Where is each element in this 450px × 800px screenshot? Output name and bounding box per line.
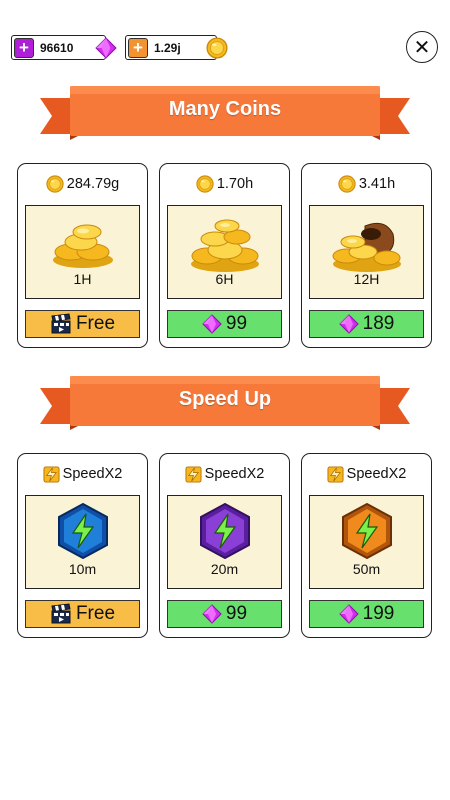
coin-offer-card[interactable]: 284.79g 1H Free bbox=[17, 163, 148, 348]
section-title: Many Coins bbox=[168, 98, 282, 120]
close-button[interactable]: ✕ bbox=[406, 31, 438, 63]
coin-icon bbox=[338, 175, 356, 193]
coin-offer-card[interactable]: 3.41h 12H 189 bbox=[301, 163, 432, 348]
price-label: 199 bbox=[362, 603, 395, 624]
lightning-icon bbox=[185, 466, 202, 483]
offer-image: 10m bbox=[25, 495, 140, 589]
gem-icon bbox=[202, 314, 222, 334]
offer-image: 12H bbox=[309, 205, 424, 299]
buy-with-gems-button[interactable]: 99 bbox=[167, 310, 282, 338]
offer-duration: 12H bbox=[353, 271, 380, 287]
coin-offer-card[interactable]: 1.70h 6H 99 bbox=[159, 163, 290, 348]
price-label: 189 bbox=[362, 313, 395, 334]
coin-pile-small-icon bbox=[52, 224, 113, 268]
price-label: 99 bbox=[225, 603, 248, 624]
offer-duration: 6H bbox=[215, 271, 234, 287]
coin-icon bbox=[206, 37, 228, 59]
price-label: 99 bbox=[225, 313, 248, 334]
speed-offer-card[interactable]: SpeedX2 50m 199 bbox=[301, 453, 432, 638]
coin-icon bbox=[196, 175, 214, 193]
video-ad-icon bbox=[50, 603, 72, 625]
buy-with-gems-button[interactable]: 189 bbox=[309, 310, 424, 338]
offer-image: 50m bbox=[309, 495, 424, 589]
watch-ad-button[interactable]: Free bbox=[25, 600, 140, 628]
offer-duration: 10m bbox=[68, 561, 97, 577]
many-coins-banner: Many Coins bbox=[40, 84, 410, 146]
lightning-icon bbox=[327, 466, 344, 483]
video-ad-icon bbox=[50, 313, 72, 335]
offer-amount: SpeedX2 bbox=[204, 466, 265, 482]
offer-image: 6H bbox=[167, 205, 282, 299]
coins-value: 1.29j bbox=[154, 40, 181, 55]
offer-duration: 20m bbox=[210, 561, 239, 577]
lightning-icon bbox=[43, 466, 60, 483]
offer-image: 1H bbox=[25, 205, 140, 299]
gem-icon bbox=[339, 314, 359, 334]
speed-badge-orange-icon bbox=[341, 502, 392, 560]
offer-amount: 284.79g bbox=[66, 176, 120, 192]
add-gems-button[interactable]: + bbox=[14, 37, 34, 58]
offer-duration: 1H bbox=[73, 271, 92, 287]
gem-icon bbox=[202, 604, 222, 624]
coin-sack-icon bbox=[332, 222, 401, 272]
speed-badge-purple-icon bbox=[199, 502, 250, 560]
gems-value: 96610 bbox=[40, 40, 74, 55]
gem-icon bbox=[95, 37, 117, 59]
offer-amount: 1.70h bbox=[216, 176, 254, 192]
speed-offer-card[interactable]: SpeedX2 10m Free bbox=[17, 453, 148, 638]
buy-with-gems-button[interactable]: 99 bbox=[167, 600, 282, 628]
offer-amount: SpeedX2 bbox=[62, 466, 123, 482]
offer-amount: 3.41h bbox=[358, 176, 396, 192]
coin-icon bbox=[46, 175, 64, 193]
price-label: Free bbox=[75, 603, 116, 624]
gems-counter[interactable]: + 96610 bbox=[11, 35, 106, 60]
buy-with-gems-button[interactable]: 199 bbox=[309, 600, 424, 628]
section-title: Speed Up bbox=[178, 388, 272, 410]
speed-offer-card[interactable]: SpeedX2 20m 99 bbox=[159, 453, 290, 638]
speed-badge-blue-icon bbox=[57, 502, 108, 560]
close-icon: ✕ bbox=[413, 36, 431, 59]
offer-duration: 50m bbox=[352, 561, 381, 577]
gem-icon bbox=[339, 604, 359, 624]
coins-counter[interactable]: + 1.29j bbox=[125, 35, 217, 60]
watch-ad-button[interactable]: Free bbox=[25, 310, 140, 338]
add-coins-button[interactable]: + bbox=[128, 37, 148, 58]
coin-pile-medium-icon bbox=[190, 219, 259, 272]
offer-amount: SpeedX2 bbox=[346, 466, 407, 482]
speed-up-banner: Speed Up bbox=[40, 374, 410, 436]
price-label: Free bbox=[75, 313, 116, 334]
offer-image: 20m bbox=[167, 495, 282, 589]
